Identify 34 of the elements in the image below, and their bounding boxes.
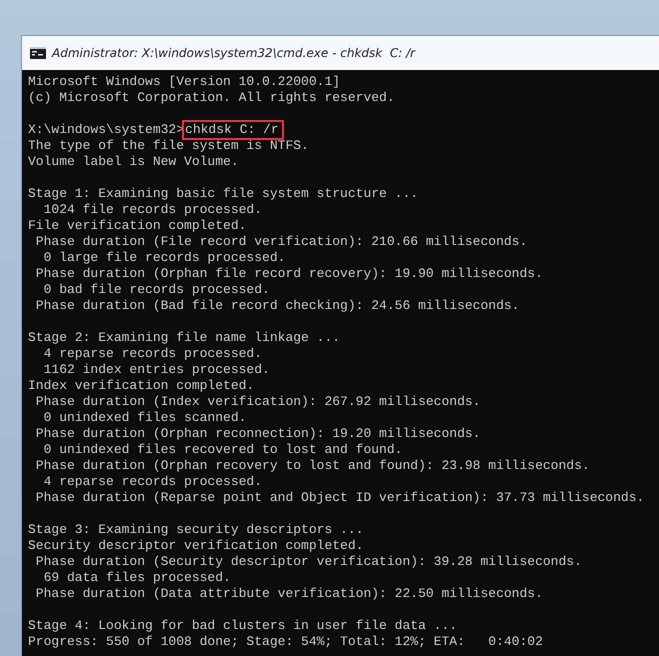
output-line: Volume label is New Volume. bbox=[28, 154, 239, 169]
output-line: Stage 4: Looking for bad clusters in user file data ... bbox=[28, 618, 458, 633]
terminal-icon bbox=[30, 47, 46, 59]
output-line: Stage 2: Examining file name linkage ... bbox=[28, 330, 340, 345]
output-line: Phase duration (Security descriptor verification): 39.28 milliseconds. bbox=[34, 554, 582, 569]
output-line: 69 data files processed. bbox=[42, 570, 231, 585]
output-line: Progress: 550 of 1008 done; Stage: 54%; Total: 12%; ETA: 0:40:02 bbox=[28, 634, 543, 649]
output-line: Microsoft Windows [Version 10.0.22000.1] bbox=[28, 74, 340, 89]
output-line: 4 reparse records processed. bbox=[42, 346, 262, 361]
output-line: Stage 3: Examining security descriptors ... bbox=[28, 522, 364, 537]
output-line: Phase duration (File record verification): 210.66 milliseconds. bbox=[34, 234, 528, 249]
output-line: 4 reparse records processed. bbox=[42, 474, 262, 489]
output-line: Phase duration (Index verification): 267.92 milliseconds. bbox=[34, 394, 480, 409]
output-line: Stage 1: Examining basic file system structure ... bbox=[28, 186, 418, 201]
window-title: Administrator: X:\windows\system32\cmd.exe - chkdsk C: /r bbox=[52, 46, 416, 60]
output-line: Phase duration (Orphan reconnection): 19.20 milliseconds. bbox=[34, 426, 480, 441]
output-line: 0 unindexed files scanned. bbox=[42, 410, 246, 425]
command-text: chkdsk C: /r bbox=[184, 122, 282, 138]
output-line: Phase duration (Data attribute verification): 22.50 milliseconds. bbox=[34, 586, 543, 601]
output-line: Phase duration (Bad file record checking): 24.56 milliseconds. bbox=[34, 298, 520, 313]
output-line: 1024 file records processed. bbox=[42, 202, 262, 217]
output-line: 1162 index entries processed. bbox=[42, 362, 270, 377]
output-line: Security descriptor verification completed. bbox=[28, 538, 364, 553]
command-prompt: X:\windows\system32> bbox=[28, 122, 184, 137]
output-line: The type of the file system is NTFS. bbox=[28, 138, 309, 153]
output-line: 0 unindexed files recovered to lost and found. bbox=[42, 442, 402, 457]
output-line: (c) Microsoft Corporation. All rights reserved. bbox=[28, 90, 395, 105]
output-line: Phase duration (Orphan file record recovery): 19.90 milliseconds. bbox=[34, 266, 543, 281]
output-line: Index verification completed. bbox=[28, 378, 254, 393]
output-line: Phase duration (Orphan recovery to lost and found): 23.98 milliseconds. bbox=[34, 458, 590, 473]
output-line: File verification completed. bbox=[28, 218, 246, 233]
output-line: 0 large file records processed. bbox=[42, 250, 286, 265]
output-line: Phase duration (Reparse point and Object ID verification): 37.73 milliseconds. bbox=[34, 490, 644, 505]
output-line: 0 bad file records processed. bbox=[42, 282, 270, 297]
